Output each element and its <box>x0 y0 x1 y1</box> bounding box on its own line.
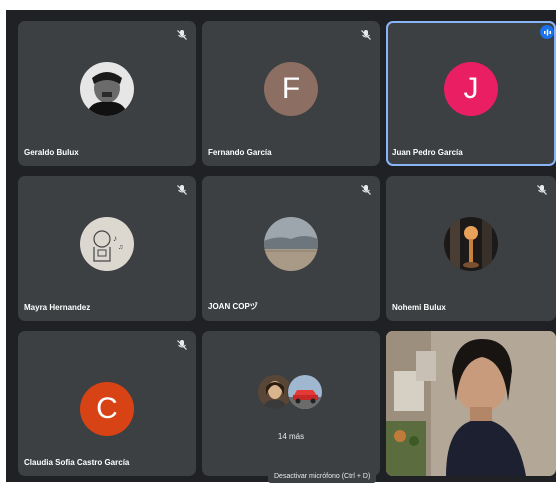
avatar <box>287 373 323 410</box>
avatar-letter: C <box>96 391 118 425</box>
avatar-letter: J <box>463 71 479 105</box>
avatar-letter: F <box>281 71 301 105</box>
avatar <box>80 61 134 116</box>
mic-shortcut-tooltip: Desactivar micrófono (Ctrl + D) <box>268 470 377 483</box>
mic-off-icon <box>174 337 190 353</box>
mic-off-icon <box>358 182 374 198</box>
speaking-icon <box>540 25 554 39</box>
avatar <box>444 216 498 271</box>
avatar: ♪ ♫ <box>80 216 134 271</box>
participant-name: Nohemi Bulux <box>392 303 446 312</box>
participant-tile[interactable]: F Fernando García <box>202 21 380 166</box>
participant-name: Juan Pedro García <box>392 148 463 157</box>
avatar: J <box>444 61 498 116</box>
participant-name: Fernando García <box>208 148 272 157</box>
meeting-grid: Geraldo Bulux F Fernando García J Juan P… <box>6 10 556 483</box>
mic-off-icon <box>174 27 190 43</box>
more-participants-tile[interactable]: 14 más <box>202 331 380 476</box>
avatar <box>264 216 318 271</box>
participant-tile[interactable]: JOAN COPヅ <box>202 176 380 321</box>
participant-name: Claudia Sofia Castro García <box>24 458 130 467</box>
participant-tile[interactable]: Nohemi Bulux <box>386 176 556 321</box>
participant-name: Geraldo Bulux <box>24 148 79 157</box>
self-video-tile[interactable] <box>386 331 556 476</box>
mic-off-icon <box>174 182 190 198</box>
avatar: C <box>80 381 134 436</box>
svg-text:♫: ♫ <box>118 244 123 251</box>
participant-tile[interactable]: Geraldo Bulux <box>18 21 196 166</box>
video-feed <box>386 331 556 476</box>
participant-tile[interactable]: C Claudia Sofia Castro García <box>18 331 196 476</box>
mic-off-icon <box>358 27 374 43</box>
participant-tile[interactable]: ♪ ♫ Mayra Hernandez <box>18 176 196 321</box>
avatar: F <box>264 61 318 116</box>
svg-text:♪: ♪ <box>113 234 117 243</box>
participant-name: Mayra Hernandez <box>24 303 91 312</box>
more-avatars <box>257 373 325 410</box>
mic-off-icon <box>534 182 550 198</box>
participant-name: JOAN COPヅ <box>208 302 258 311</box>
more-participants-label: 14 más <box>277 432 305 442</box>
participant-tile[interactable]: J Juan Pedro García <box>386 21 556 166</box>
